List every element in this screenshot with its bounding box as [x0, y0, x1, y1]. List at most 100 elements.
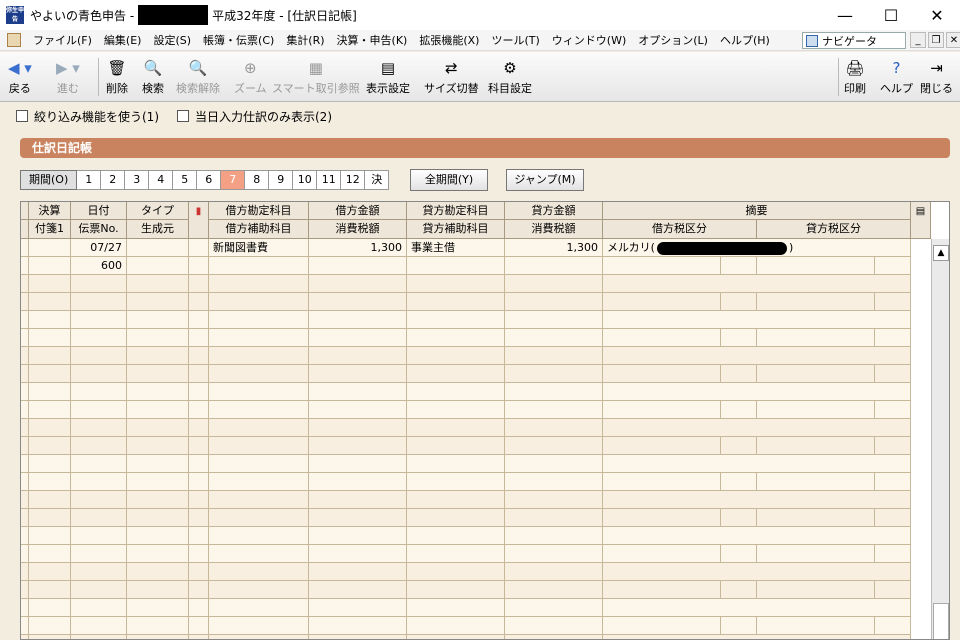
table-cell[interactable]	[209, 581, 309, 599]
table-cell[interactable]	[309, 581, 407, 599]
table-cell[interactable]	[209, 599, 309, 617]
table-cell[interactable]	[29, 419, 71, 437]
memo-cell[interactable]	[603, 545, 721, 563]
forward-button[interactable]: ▶ ▾ 進む	[56, 58, 80, 96]
table-cell[interactable]	[505, 311, 603, 329]
table-cell[interactable]	[505, 383, 603, 401]
memo-cell[interactable]	[757, 473, 875, 491]
close-window-button[interactable]: ✕	[914, 0, 960, 30]
table-cell[interactable]	[407, 383, 505, 401]
table-cell[interactable]	[29, 617, 71, 635]
table-cell[interactable]	[71, 545, 127, 563]
table-cell[interactable]	[505, 599, 603, 617]
memo-cell[interactable]	[875, 365, 911, 383]
period-button-8[interactable]: 8	[245, 170, 270, 190]
memo-cell[interactable]	[603, 347, 911, 365]
memo-cell[interactable]	[603, 419, 911, 437]
table-cell[interactable]	[71, 473, 127, 491]
memo-cell[interactable]	[603, 599, 911, 617]
table-cell[interactable]	[21, 599, 29, 617]
table-cell[interactable]	[29, 275, 71, 293]
table-cell[interactable]	[189, 473, 209, 491]
table-cell[interactable]	[29, 257, 71, 275]
table-cell[interactable]	[127, 563, 189, 581]
size-switch-button[interactable]: ⇄ サイズ切替	[424, 58, 479, 96]
scroll-thumb[interactable]	[933, 603, 949, 639]
all-period-button[interactable]: 全期間(Y)	[410, 169, 488, 191]
table-cell[interactable]	[209, 527, 309, 545]
memo-cell[interactable]	[603, 365, 721, 383]
memo-cell[interactable]	[721, 329, 757, 347]
table-cell[interactable]	[209, 491, 309, 509]
memo-cell[interactable]	[875, 257, 911, 275]
entry-debit-amount[interactable]: 1,300	[309, 239, 407, 257]
table-cell[interactable]	[29, 365, 71, 383]
memo-cell[interactable]	[603, 275, 911, 293]
table-cell[interactable]	[209, 437, 309, 455]
memo-cell[interactable]	[757, 437, 875, 455]
memo-cell[interactable]	[721, 437, 757, 455]
table-cell[interactable]	[21, 455, 29, 473]
table-cell[interactable]	[505, 527, 603, 545]
memo-cell[interactable]	[603, 581, 721, 599]
memo-cell[interactable]	[757, 401, 875, 419]
memo-cell[interactable]	[757, 545, 875, 563]
period-button-3[interactable]: 3	[125, 170, 150, 190]
table-cell[interactable]	[21, 257, 29, 275]
table-cell[interactable]	[127, 347, 189, 365]
table-cell[interactable]	[209, 455, 309, 473]
table-cell[interactable]	[71, 275, 127, 293]
table-cell[interactable]	[189, 617, 209, 635]
table-cell[interactable]	[407, 419, 505, 437]
table-cell[interactable]	[505, 473, 603, 491]
table-cell[interactable]	[29, 311, 71, 329]
memo-cell[interactable]	[603, 311, 911, 329]
table-cell[interactable]	[127, 365, 189, 383]
period-button-12[interactable]: 12	[341, 170, 366, 190]
checkbox-box[interactable]	[177, 110, 189, 122]
memo-cell[interactable]	[721, 473, 757, 491]
memo-cell[interactable]	[603, 437, 721, 455]
table-cell[interactable]	[505, 635, 603, 639]
table-cell[interactable]	[505, 581, 603, 599]
table-cell[interactable]	[71, 437, 127, 455]
table-cell[interactable]	[407, 401, 505, 419]
table-cell[interactable]	[309, 437, 407, 455]
menu-window[interactable]: ウィンドウ(W)	[546, 32, 632, 48]
memo-cell[interactable]	[721, 545, 757, 563]
memo-cell[interactable]	[875, 293, 911, 311]
table-cell[interactable]	[407, 473, 505, 491]
table-cell[interactable]	[29, 293, 71, 311]
period-label[interactable]: 期間(O)	[20, 170, 78, 190]
today-only-checkbox[interactable]: 当日入力仕訳のみ表示(2)	[177, 108, 332, 125]
table-cell[interactable]	[127, 545, 189, 563]
table-cell[interactable]	[505, 257, 603, 275]
table-cell[interactable]	[127, 509, 189, 527]
smart-transaction-button[interactable]: ▦ スマート取引参照	[272, 58, 360, 96]
table-cell[interactable]	[71, 329, 127, 347]
memo-cell[interactable]	[603, 509, 721, 527]
table-cell[interactable]	[127, 437, 189, 455]
table-cell[interactable]	[21, 365, 29, 383]
table-cell[interactable]	[71, 419, 127, 437]
table-cell[interactable]	[71, 455, 127, 473]
table-cell[interactable]	[71, 581, 127, 599]
table-cell[interactable]	[309, 383, 407, 401]
menu-options[interactable]: オプション(L)	[632, 32, 714, 48]
table-cell[interactable]	[189, 257, 209, 275]
delete-button[interactable]: 🗑 削除	[106, 58, 128, 96]
table-cell[interactable]	[71, 509, 127, 527]
table-cell[interactable]	[407, 293, 505, 311]
table-cell[interactable]	[127, 635, 189, 639]
table-cell[interactable]	[209, 257, 309, 275]
table-cell[interactable]	[21, 239, 29, 257]
table-cell[interactable]	[21, 329, 29, 347]
table-cell[interactable]	[505, 491, 603, 509]
table-cell[interactable]	[29, 491, 71, 509]
period-button-4[interactable]: 4	[149, 170, 174, 190]
memo-cell[interactable]	[721, 509, 757, 527]
table-cell[interactable]	[71, 635, 127, 639]
memo-cell[interactable]	[757, 257, 875, 275]
mdi-restore-button[interactable]: ❐	[928, 32, 944, 48]
print-button[interactable]: 🖨 印刷	[844, 58, 866, 96]
